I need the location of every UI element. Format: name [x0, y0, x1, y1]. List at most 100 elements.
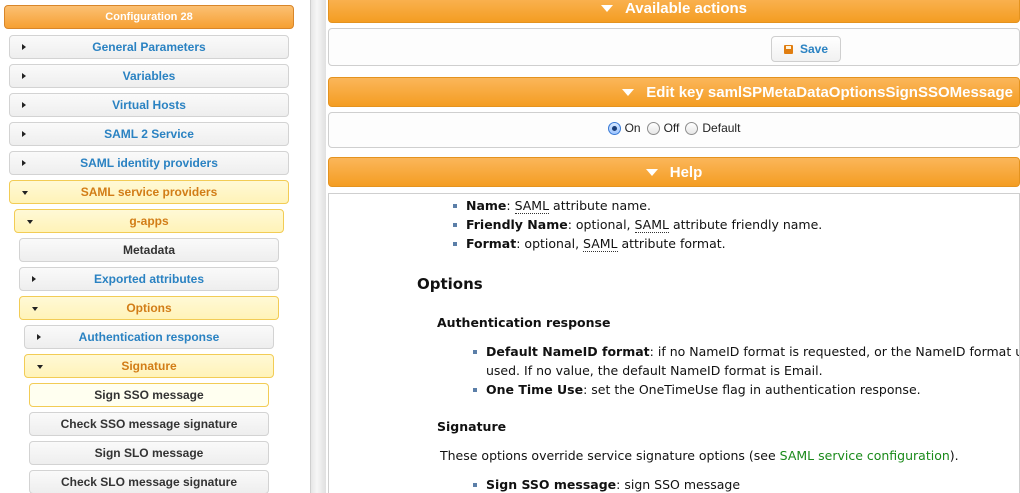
help-item-name: Name: SAML attribute name. [466, 198, 651, 214]
tree-root-label: Configuration 28 [105, 11, 193, 23]
tree-item-variables[interactable]: Variables [9, 64, 289, 88]
sign-sso-radio-group: On Off Default [329, 121, 1019, 135]
list-bullet [453, 204, 457, 208]
help-signature-heading: Signature [437, 419, 507, 434]
tree-item-general-parameters[interactable]: General Parameters [9, 35, 289, 59]
term: One Time Use [486, 382, 584, 397]
radio-off-button[interactable] [646, 121, 660, 135]
tree-item-metadata[interactable]: Metadata [19, 238, 279, 262]
tree-item-label: Sign SLO message [94, 446, 204, 460]
tree-item-label: Metadata [122, 243, 175, 257]
text: : if no NameID format is requested, or t… [649, 344, 1020, 359]
tree-item-label: Check SLO message signature [60, 475, 238, 489]
available-actions-title: Available actions [625, 0, 747, 17]
tree-item-exported-attributes[interactable]: Exported attributes [19, 267, 279, 291]
collapse-arrow-icon[interactable] [22, 191, 28, 195]
text: : [506, 198, 515, 213]
collapse-arrow-icon[interactable] [37, 365, 43, 369]
expand-arrow-icon[interactable] [22, 44, 26, 50]
expand-arrow-icon[interactable] [32, 276, 36, 282]
list-bullet [453, 223, 457, 227]
radio-on[interactable]: On [607, 121, 641, 135]
term: Friendly Name [466, 217, 568, 232]
abbr: SAML [514, 198, 550, 214]
tree-item-label: Virtual Hosts [112, 98, 186, 112]
expand-arrow-icon[interactable] [37, 334, 41, 340]
tree-item-label: SAML service providers [80, 185, 218, 199]
radio-off[interactable]: Off [646, 121, 680, 135]
text: : set the OneTimeUse flag in authenticat… [583, 382, 921, 397]
tree-item-label: Signature [121, 359, 177, 373]
collapse-triangle-icon [645, 168, 658, 176]
tree-item-g-apps[interactable]: g-apps [14, 209, 284, 233]
term: Name [466, 198, 507, 213]
collapse-arrow-icon[interactable] [27, 220, 33, 224]
tree-item-options[interactable]: Options [19, 296, 279, 320]
configuration-tree: Configuration 28 General Parameters Vari… [0, 0, 310, 493]
list-bullet [473, 388, 477, 392]
tree-item-label: SAML 2 Service [104, 127, 194, 141]
help-item-format: Format: optional, SAML attribute format. [466, 236, 726, 252]
list-bullet [473, 350, 477, 354]
saml-service-configuration-link[interactable]: SAML service configuration [780, 448, 950, 463]
help-item-one-time-use: One Time Use: set the OneTimeUse flag in… [486, 382, 921, 397]
text: ). [949, 448, 959, 463]
available-actions-header[interactable]: Available actions [328, 0, 1020, 23]
tree-root-configuration[interactable]: Configuration 28 [4, 5, 294, 29]
help-item-default-nameid: Default NameID format: if no NameID form… [486, 344, 1020, 359]
radio-default-button[interactable] [685, 121, 699, 135]
list-bullet [473, 483, 477, 487]
tree-item-check-sso-message-signature[interactable]: Check SSO message signature [29, 412, 269, 436]
help-item-friendly-name: Friendly Name: optional, SAML attribute … [466, 217, 822, 233]
radio-off-label: Off [663, 121, 680, 135]
radio-default[interactable]: Default [685, 121, 740, 135]
help-content: Name: SAML attribute name. Friendly Name… [328, 193, 1020, 493]
text: : optional, [516, 236, 584, 251]
tree-item-check-slo-message-signature[interactable]: Check SLO message signature [29, 470, 269, 493]
expand-arrow-icon[interactable] [22, 102, 26, 108]
tree-item-saml-service-providers[interactable]: SAML service providers [9, 180, 289, 204]
expand-arrow-icon[interactable] [22, 131, 26, 137]
panel-splitter[interactable] [310, 0, 326, 493]
help-header[interactable]: Help [328, 157, 1020, 187]
help-title: Help [669, 163, 703, 181]
text: : sign SSO message [616, 477, 741, 492]
term: Default NameID format [486, 344, 650, 359]
tree-item-sign-slo-message[interactable]: Sign SLO message [29, 441, 269, 465]
tree-item-label: Exported attributes [93, 272, 204, 286]
save-button-label: Save [799, 42, 829, 56]
term: Format [466, 236, 517, 251]
tree-item-label: g-apps [129, 214, 169, 228]
tree-item-saml2-service[interactable]: SAML 2 Service [9, 122, 289, 146]
tree-item-label: Check SSO message signature [60, 417, 238, 431]
term: Sign SSO message [486, 477, 617, 492]
tree-item-label: General Parameters [92, 40, 206, 54]
tree-item-authentication-response[interactable]: Authentication response [24, 325, 274, 349]
edit-key-title: Edit key samlSPMetaDataOptionsSignSSOMes… [646, 83, 1013, 101]
edit-key-header[interactable]: Edit key samlSPMetaDataOptionsSignSSOMes… [328, 77, 1020, 107]
expand-arrow-icon[interactable] [22, 160, 26, 166]
list-bullet [453, 242, 457, 246]
text: These options override service signature… [440, 448, 780, 463]
available-actions-panel: Save [328, 28, 1020, 66]
edit-key-panel: On Off Default [328, 112, 1020, 148]
text: : optional, [567, 217, 635, 232]
tree-item-sign-sso-message[interactable]: Sign SSO message [29, 383, 269, 407]
radio-on-button[interactable] [607, 121, 621, 135]
collapse-arrow-icon[interactable] [32, 307, 38, 311]
save-button[interactable]: Save [771, 36, 841, 62]
help-auth-response-heading: Authentication response [437, 315, 611, 330]
tree-item-virtual-hosts[interactable]: Virtual Hosts [9, 93, 289, 117]
collapse-triangle-icon [622, 88, 635, 96]
floppy-disk-icon [783, 44, 793, 54]
tree-item-label: SAML identity providers [80, 156, 218, 170]
tree-item-label: Options [126, 301, 172, 315]
radio-default-label: Default [702, 121, 741, 135]
tree-item-signature[interactable]: Signature [24, 354, 274, 378]
expand-arrow-icon[interactable] [22, 73, 26, 79]
tree-item-saml-identity-providers[interactable]: SAML identity providers [9, 151, 289, 175]
collapse-triangle-icon [601, 4, 613, 12]
text: attribute name. [549, 198, 651, 213]
abbr: SAML [634, 217, 669, 233]
help-item-default-nameid-cont: used. If no value, the default NameID fo… [486, 363, 823, 378]
